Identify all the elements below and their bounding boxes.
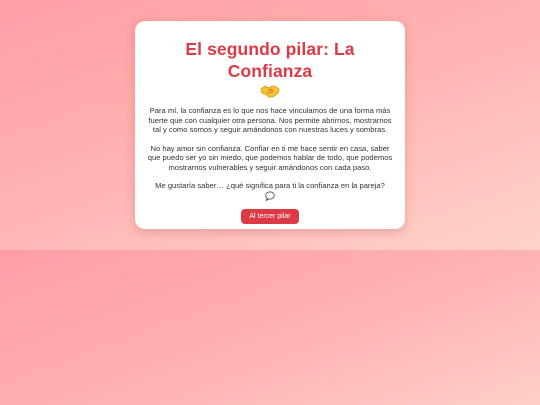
speech-bubble-icon bbox=[265, 191, 275, 201]
handshake-icon bbox=[260, 85, 280, 98]
content-card: El segundo pilar: La Confianza Para mí, … bbox=[135, 21, 405, 229]
paragraph-1: Para mí, la confianza es lo que nos hace… bbox=[148, 106, 392, 134]
paragraph-2: No hay amor sin confianza. Confiar en ti… bbox=[147, 143, 393, 172]
paragraph-3: Me gustaría saber… ¿qué significa para t… bbox=[155, 181, 385, 190]
next-pillar-button[interactable]: Al tercer pilar bbox=[241, 208, 299, 224]
background-gradient-bottom bbox=[0, 250, 540, 405]
page-title: El segundo pilar: La Confianza bbox=[185, 39, 355, 81]
